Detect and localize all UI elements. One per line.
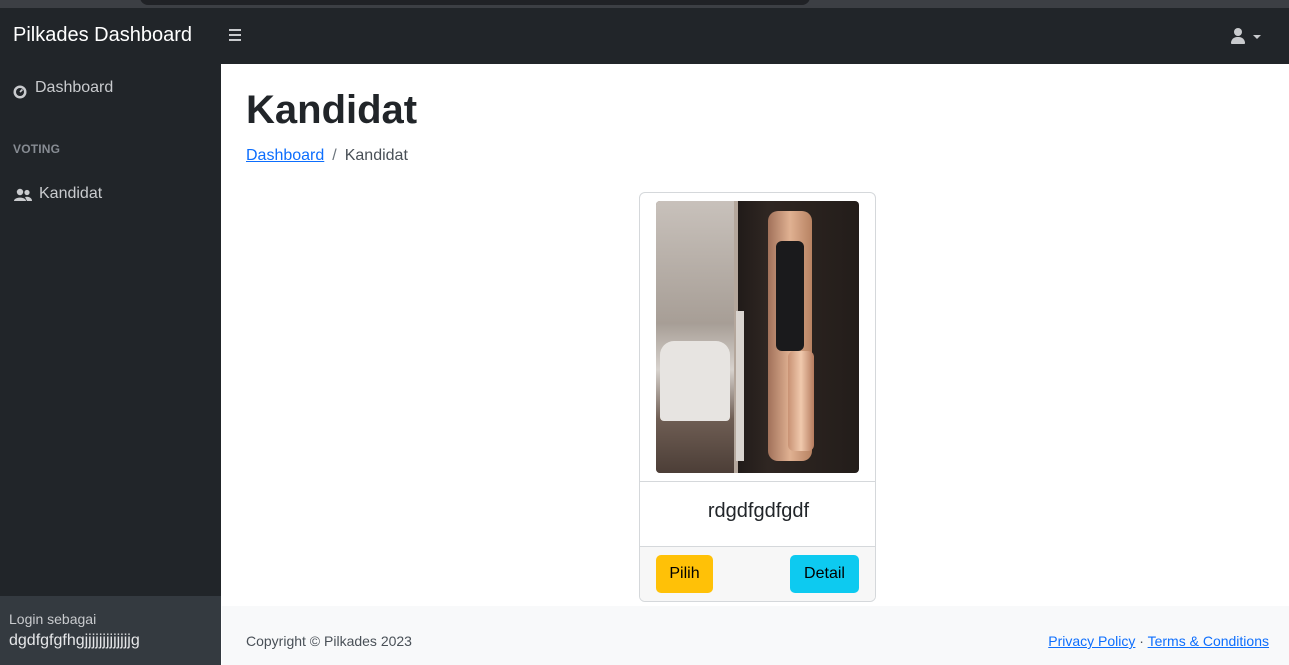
- login-label: Login sebagai: [9, 611, 97, 627]
- top-navbar: Pilkades Dashboard: [0, 8, 1289, 64]
- sidebar-item-label: Dashboard: [35, 79, 114, 96]
- browser-tab-bar: [140, 0, 810, 5]
- breadcrumb: Dashboard / Kandidat: [246, 147, 408, 164]
- sidebar-toggle-button[interactable]: [229, 26, 247, 46]
- brand-link[interactable]: Pilkades Dashboard: [13, 24, 192, 47]
- caret-down-icon: [1253, 35, 1261, 39]
- tachometer-icon: [13, 85, 27, 99]
- sidebar-heading: VOTING: [13, 142, 61, 156]
- terms-link[interactable]: Terms & Conditions: [1148, 633, 1269, 649]
- candidate-name: rdgdfgdfgdf: [707, 500, 810, 522]
- logged-in-username: dgdfgfgfhgjjjjjjjjjjjjjg: [9, 632, 140, 649]
- main-content: Kandidat Dashboard / Kandidat rdgdfgdfgdf …: [222, 64, 1289, 665]
- card-footer: Pilih Detail: [640, 547, 875, 601]
- detail-button[interactable]: Detail: [790, 555, 859, 593]
- browser-chrome: [0, 0, 1289, 8]
- sidebar-footer: Login sebagai dgdfgfgfhgjjjjjjjjjjjjjg: [0, 596, 221, 665]
- copyright-text: Copyright © Pilkades 2023: [246, 633, 412, 649]
- sidebar-item-dashboard[interactable]: Dashboard: [0, 68, 221, 108]
- page-footer: Copyright © Pilkades 2023 Privacy Policy…: [222, 606, 1289, 665]
- breadcrumb-current: Kandidat: [344, 147, 408, 164]
- footer-separator: ·: [1139, 633, 1144, 649]
- page-title: Kandidat: [246, 88, 418, 132]
- breadcrumb-dashboard-link[interactable]: Dashboard: [246, 147, 324, 164]
- hamburger-icon: [229, 29, 241, 31]
- privacy-policy-link[interactable]: Privacy Policy: [1048, 633, 1135, 649]
- sidebar-item-label: Kandidat: [39, 185, 103, 202]
- pilih-button[interactable]: Pilih: [656, 555, 713, 593]
- user-icon: [1234, 28, 1242, 36]
- footer-links: Privacy Policy · Terms & Conditions: [1048, 633, 1269, 649]
- users-icon: [14, 188, 32, 201]
- candidate-photo: [656, 201, 859, 473]
- sidebar: Dashboard VOTING Kandidat Login sebagai …: [0, 64, 221, 665]
- candidate-card: rdgdfgdfgdf Pilih Detail: [639, 192, 876, 602]
- user-dropdown-button[interactable]: [1228, 26, 1264, 48]
- sidebar-item-kandidat[interactable]: Kandidat: [0, 174, 221, 214]
